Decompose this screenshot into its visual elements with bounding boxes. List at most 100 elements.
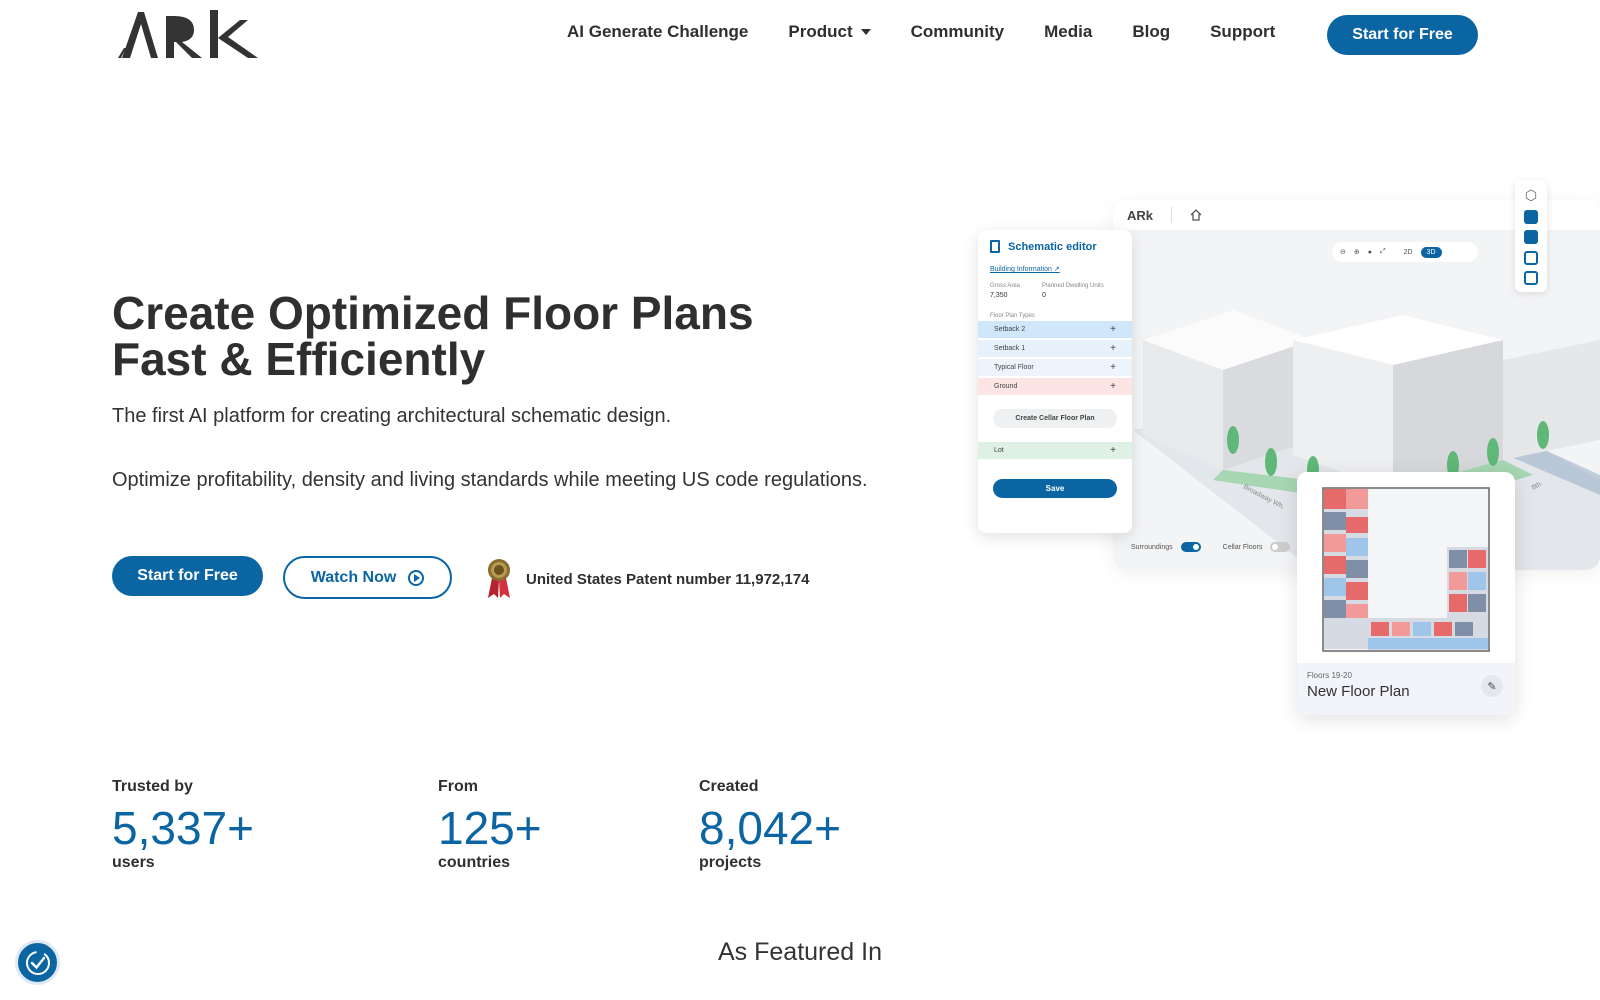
building-info-text: Building Information [990, 266, 1052, 273]
stat-label: Created [699, 778, 759, 795]
nav-label: Blog [1132, 22, 1171, 41]
floor-plan-thumbnail [1322, 487, 1490, 652]
floor-type-row[interactable]: Setback 2 + [978, 321, 1132, 338]
stat-value: 8,042+ [699, 802, 841, 854]
dwelling-units: Planned Dwelling Units 0 [1042, 283, 1104, 299]
panel-title-text: Schematic editor [1008, 240, 1097, 253]
divider [1171, 207, 1173, 223]
floor-type-row[interactable]: Typical Floor + [978, 359, 1132, 376]
view-controls: ⊖ ⊕ ● ⤢ 2D 3D [1332, 242, 1478, 262]
ark-logo[interactable] [118, 6, 268, 66]
panel-title: Schematic editor [990, 240, 1120, 253]
floor-plan-name: New Floor Plan [1307, 683, 1410, 700]
toggle-switch[interactable] [1270, 542, 1291, 552]
watch-now-button[interactable]: Watch Now [283, 556, 452, 599]
building-info-link[interactable]: Building Information ↗ [990, 265, 1120, 273]
dwelling-units-value: 0 [1042, 292, 1046, 299]
wireframe-view-icon[interactable] [1524, 250, 1538, 265]
create-cellar-button[interactable]: Create Cellar Floor Plan [993, 409, 1117, 428]
solid-view-icon[interactable] [1524, 210, 1538, 225]
save-button[interactable]: Save [993, 479, 1117, 498]
gross-area-value: 7,350 [990, 292, 1008, 299]
chevron-down-icon [860, 29, 871, 35]
stat-unit: projects [699, 854, 762, 871]
cube-icon[interactable]: ⬡ [1525, 187, 1537, 204]
gross-area-label: Gross Area [990, 283, 1021, 289]
lot-label: Lot [994, 447, 1004, 454]
nav-product[interactable]: Product [788, 22, 871, 42]
floor-plan-card[interactable]: Floors 19-20 New Floor Plan ✎ [1297, 472, 1515, 715]
stat-label: From [438, 778, 478, 795]
nav-label: AI Generate Challenge [567, 22, 749, 41]
home-icon[interactable] [1190, 209, 1202, 221]
nav-media[interactable]: Media [1044, 22, 1092, 42]
building-stats: Gross Area 7,350 Planned Dwelling Units 0 [990, 283, 1120, 299]
expand-icon[interactable]: ⤢ [1380, 248, 1386, 256]
stat-projects: Created 8,042+ projects [699, 778, 841, 872]
stat-countries: From 125+ countries [438, 778, 542, 872]
stat-value: 125+ [438, 802, 542, 854]
cellar-floors-label: Cellar Floors [1222, 543, 1263, 551]
nav-label: Media [1044, 22, 1093, 41]
hero-subtitle: The first AI platform for creating archi… [112, 405, 672, 427]
site-header: AI Generate Challenge Product Community … [0, 0, 1600, 72]
hero-start-free-button[interactable]: Start for Free [112, 556, 263, 596]
accessibility-button[interactable] [15, 940, 60, 985]
section-view-icon[interactable] [1524, 270, 1538, 285]
floor-type-row[interactable]: Ground + [978, 378, 1132, 395]
floor-types-label: Floor Plan Types [990, 313, 1035, 319]
stat-users: Trusted by 5,337+ users [112, 778, 254, 872]
header-start-free-button[interactable]: Start for Free [1327, 15, 1478, 55]
accessibility-icon [25, 950, 50, 975]
nav-blog[interactable]: Blog [1132, 22, 1170, 42]
award-medal-icon [488, 559, 510, 598]
floor-type-row[interactable]: Setback 1 + [978, 340, 1132, 357]
hero-description: Optimize profitability, density and livi… [112, 469, 868, 491]
floor-range: Floors 19-20 [1307, 671, 1352, 680]
nav-ai-generate-challenge[interactable]: AI Generate Challenge [567, 22, 748, 42]
nav-label: Product [788, 22, 853, 41]
floor-plan-footer: Floors 19-20 New Floor Plan ✎ [1297, 663, 1515, 715]
plus-icon[interactable]: + [1110, 445, 1116, 456]
stat-unit: countries [438, 854, 511, 871]
plus-icon[interactable]: + [1110, 324, 1116, 335]
dwelling-units-label: Planned Dwelling Units [1042, 283, 1104, 289]
shaded-view-icon[interactable] [1524, 230, 1538, 245]
nav-support[interactable]: Support [1210, 22, 1275, 42]
zoom-in-icon[interactable]: ⊕ [1354, 248, 1360, 256]
plus-icon[interactable]: + [1110, 343, 1116, 354]
schematic-editor-panel: Schematic editor Building Information ↗ … [978, 230, 1132, 533]
floor-type-name: Setback 1 [994, 345, 1026, 352]
stat-unit: users [112, 854, 155, 871]
view-3d-toggle[interactable]: 3D [1420, 246, 1442, 258]
cellar-floors-toggle[interactable]: Cellar Floors [1223, 542, 1291, 552]
patent-badge: United States Patent number 11,972,174 [486, 558, 809, 600]
product-mockup: ARk Broadway Wh. 8th ⊖ ⊕ ● ⤢ 2D 3D Surro… [975, 180, 1600, 715]
zoom-out-icon[interactable]: ⊖ [1340, 248, 1346, 256]
pencil-icon[interactable]: ✎ [1481, 675, 1503, 697]
stat-value: 5,337+ [112, 802, 254, 854]
view-2d-toggle[interactable]: 2D [1404, 249, 1413, 256]
plus-icon[interactable]: + [1110, 381, 1116, 392]
hero-title-line-1: Create Optimized Floor Plans [112, 287, 754, 339]
scene-toggles: Surroundings Cellar Floors [1131, 542, 1291, 552]
patent-text: United States Patent number 11,972,174 [526, 570, 810, 588]
floor-type-name: Typical Floor [994, 364, 1034, 371]
floor-type-name: Ground [994, 383, 1018, 390]
lot-row[interactable]: Lot + [978, 442, 1132, 459]
nav-label: Community [910, 22, 1005, 41]
document-icon [990, 240, 1000, 253]
view-tools: ⬡ [1515, 180, 1547, 292]
toggle-switch[interactable] [1180, 542, 1201, 552]
nav-community[interactable]: Community [911, 22, 1005, 42]
hero-title: Create Optimized Floor Plans Fast & Effi… [112, 290, 872, 382]
plus-icon[interactable]: + [1110, 362, 1116, 373]
floor-type-name: Setback 2 [994, 326, 1026, 333]
hero-title-line-2: Fast & Efficiently [112, 333, 486, 385]
app-logo: ARk [1127, 207, 1154, 223]
main-nav: AI Generate Challenge Product Community … [567, 22, 1275, 42]
surroundings-toggle[interactable]: Surroundings [1131, 542, 1201, 552]
gross-area: Gross Area 7,350 [990, 283, 1020, 299]
pin-icon[interactable]: ● [1368, 249, 1372, 256]
nav-label: Support [1210, 22, 1276, 41]
